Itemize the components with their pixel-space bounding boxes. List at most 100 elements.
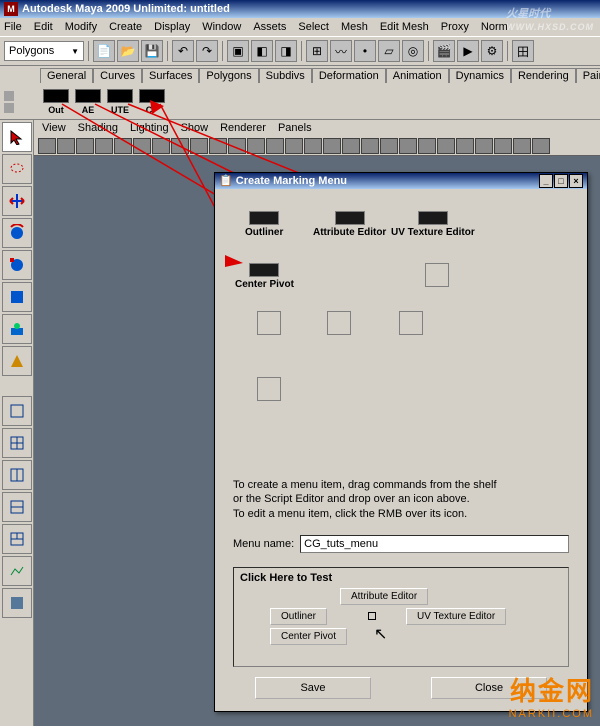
menu-assets[interactable]: Assets — [253, 21, 286, 33]
layout-four[interactable] — [2, 428, 32, 458]
watermark-top: 火星时代 WWW.HXSD.COM — [506, 4, 594, 32]
redo-icon[interactable]: ↷ — [196, 40, 218, 62]
render-settings-icon[interactable]: ⚙ — [481, 40, 503, 62]
menu-edit[interactable]: Edit — [34, 21, 53, 33]
menu-mesh[interactable]: Mesh — [341, 21, 368, 33]
test-area[interactable]: Click Here to Test Attribute Editor Outl… — [233, 567, 569, 667]
layout-three[interactable] — [2, 524, 32, 554]
manip-tool[interactable] — [2, 282, 32, 312]
view-menu-renderer[interactable]: Renderer — [220, 122, 266, 134]
marking-menu-layout[interactable]: Outliner Attribute Editor UV Texture Edi… — [215, 189, 587, 474]
maximize-button[interactable]: □ — [554, 174, 568, 188]
shelf-tab-subdivs[interactable]: Subdivs — [259, 68, 312, 83]
layout-custom[interactable] — [2, 588, 32, 618]
open-scene-icon[interactable]: 📂 — [117, 40, 139, 62]
shelf-tab-painteffects[interactable]: PaintEffects — [576, 68, 600, 83]
view-menu-view[interactable]: View — [42, 122, 66, 134]
watermark-bottom: 纳金网 NARKII.COM — [509, 671, 594, 720]
layout-single[interactable] — [2, 396, 32, 426]
window-title-bar: M Autodesk Maya 2009 Unlimited: untitled… — [0, 0, 600, 18]
status-toolbar: Polygons 📄 📂 💾 ↶ ↷ ▣ ◧ ◨ ⊞ 〰 • ▱ ◎ 🎬 ▶ ⚙… — [0, 36, 600, 66]
shelf-item-ute[interactable]: UTE — [104, 89, 136, 115]
shelf-tab-general[interactable]: General — [40, 68, 93, 83]
test-btn-n[interactable]: Attribute Editor — [340, 588, 428, 605]
shelf-tab-dynamics[interactable]: Dynamics — [449, 68, 511, 83]
menu-normals[interactable]: Norm — [481, 21, 508, 33]
save-scene-icon[interactable]: 💾 — [141, 40, 163, 62]
app-icon: M — [4, 2, 18, 16]
view-menu-bar: View Shading Lighting Show Renderer Pane… — [34, 120, 600, 136]
layout-two-side[interactable] — [2, 460, 32, 490]
mode-dropdown[interactable]: Polygons — [4, 41, 84, 61]
menu-modify[interactable]: Modify — [65, 21, 97, 33]
minimize-button[interactable]: _ — [539, 174, 553, 188]
mm-slot-extra[interactable] — [257, 377, 281, 401]
create-marking-menu-dialog: 📋 Create Marking Menu _ □ × Outliner Att… — [214, 172, 588, 712]
view-menu-panels[interactable]: Panels — [278, 122, 312, 134]
snap-point-icon[interactable]: • — [354, 40, 376, 62]
dialog-title-bar[interactable]: 📋 Create Marking Menu _ □ × — [215, 173, 587, 189]
save-button[interactable]: Save — [255, 677, 371, 699]
view-icon[interactable] — [38, 138, 56, 154]
mm-slot-n[interactable]: Attribute Editor — [313, 211, 386, 238]
layout-two-stack[interactable] — [2, 492, 32, 522]
move-tool[interactable] — [2, 186, 32, 216]
last-tool[interactable] — [2, 346, 32, 376]
layout-icon[interactable]: 田 — [512, 40, 534, 62]
render-icon[interactable]: 🎬 — [433, 40, 455, 62]
view-menu-shading[interactable]: Shading — [78, 122, 118, 134]
shelf-item-outliner[interactable]: Out — [40, 89, 72, 115]
menu-select[interactable]: Select — [298, 21, 329, 33]
view-menu-show[interactable]: Show — [181, 122, 209, 134]
snap-plane-icon[interactable]: ▱ — [378, 40, 400, 62]
test-center-box — [368, 612, 376, 620]
shelf-tab-rendering[interactable]: Rendering — [511, 68, 576, 83]
shelf-item-cp[interactable]: CP — [136, 89, 168, 115]
select-tool[interactable] — [2, 122, 32, 152]
new-scene-icon[interactable]: 📄 — [93, 40, 115, 62]
lasso-tool[interactable] — [2, 154, 32, 184]
shelf-item-ae[interactable]: AE — [72, 89, 104, 115]
view-menu-lighting[interactable]: Lighting — [130, 122, 169, 134]
select-hier-icon[interactable]: ▣ — [227, 40, 249, 62]
test-btn-e[interactable]: UV Texture Editor — [406, 608, 506, 625]
shelf-tab-animation[interactable]: Animation — [386, 68, 449, 83]
shelf-tab-polygons[interactable]: Polygons — [199, 68, 258, 83]
layout-graph[interactable] — [2, 556, 32, 586]
soft-mod-tool[interactable] — [2, 314, 32, 344]
select-comp-icon[interactable]: ◨ — [275, 40, 297, 62]
toolbox — [0, 120, 34, 726]
mm-slot-ne[interactable]: UV Texture Editor — [391, 211, 475, 238]
snap-curve-icon[interactable]: 〰 — [330, 40, 352, 62]
menu-create[interactable]: Create — [109, 21, 142, 33]
menu-proxy[interactable]: Proxy — [441, 21, 469, 33]
menu-display[interactable]: Display — [154, 21, 190, 33]
mm-slot-s[interactable] — [327, 311, 351, 335]
ipr-icon[interactable]: ▶ — [457, 40, 479, 62]
shelf-tab-surfaces[interactable]: Surfaces — [142, 68, 199, 83]
test-btn-sw[interactable]: Center Pivot — [270, 628, 347, 645]
mm-slot-sw[interactable] — [257, 311, 281, 335]
mm-slot-nw[interactable]: Outliner — [245, 211, 283, 238]
menu-name-input[interactable] — [300, 535, 569, 553]
undo-icon[interactable]: ↶ — [172, 40, 194, 62]
menu-edit-mesh[interactable]: Edit Mesh — [380, 21, 429, 33]
mm-slot-e[interactable] — [425, 263, 449, 287]
menu-name-label: Menu name: — [233, 538, 294, 550]
shelf-handle[interactable] — [4, 91, 40, 113]
snap-grid-icon[interactable]: ⊞ — [306, 40, 328, 62]
menu-window[interactable]: Window — [202, 21, 241, 33]
shelf-tab-deformation[interactable]: Deformation — [312, 68, 386, 83]
test-btn-w[interactable]: Outliner — [270, 608, 327, 625]
shelf-tab-curves[interactable]: Curves — [93, 68, 142, 83]
window-title: Autodesk Maya 2009 Unlimited: untitled — [22, 3, 230, 15]
scale-tool[interactable] — [2, 250, 32, 280]
mm-slot-se[interactable] — [399, 311, 423, 335]
dialog-help-text: To create a menu item, drag commands fro… — [215, 474, 587, 525]
select-obj-icon[interactable]: ◧ — [251, 40, 273, 62]
menu-file[interactable]: File — [4, 21, 22, 33]
snap-live-icon[interactable]: ◎ — [402, 40, 424, 62]
shelf: Out AE UTE CP — [0, 84, 600, 120]
rotate-tool[interactable] — [2, 218, 32, 248]
close-button[interactable]: × — [569, 174, 583, 188]
